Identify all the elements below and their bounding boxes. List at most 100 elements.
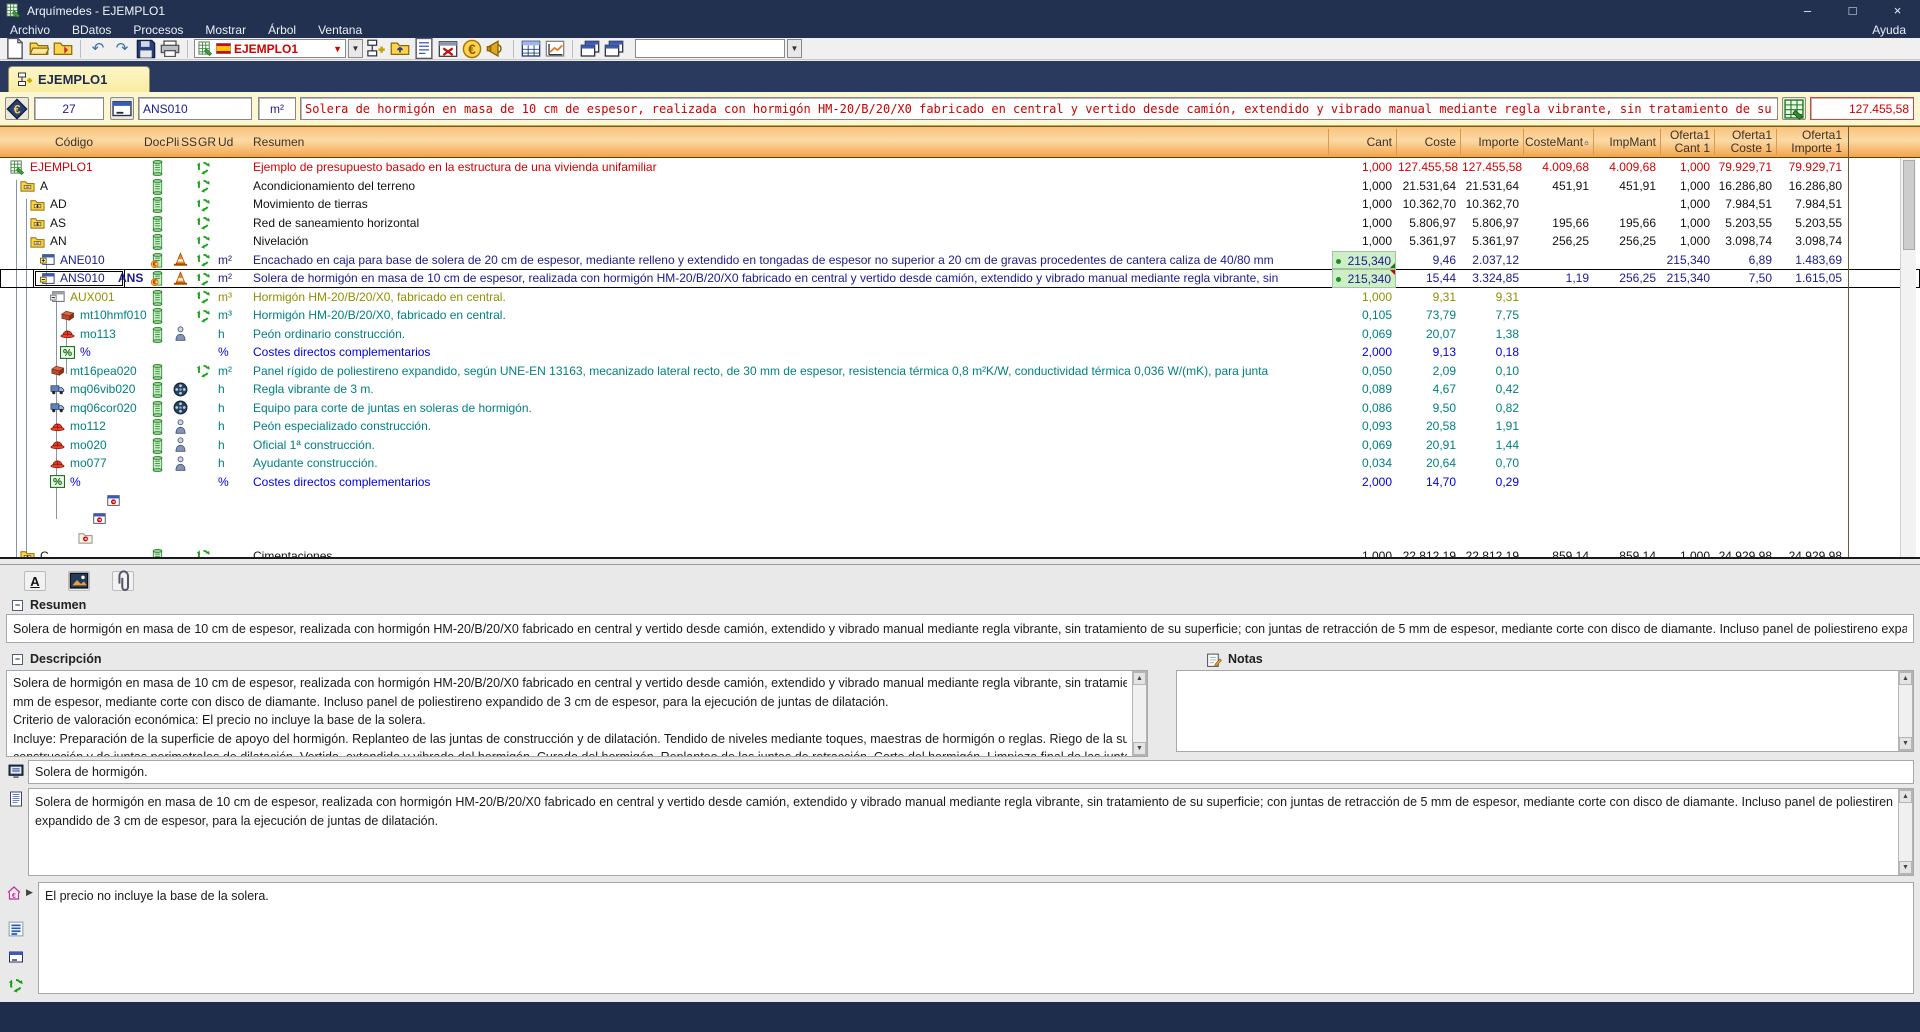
column-header[interactable]: Doc. xyxy=(144,127,169,157)
new-item-row[interactable] xyxy=(0,528,1920,547)
collapse-icon[interactable]: − xyxy=(12,599,23,611)
folder-up-button[interactable] xyxy=(389,39,411,59)
column-header[interactable]: CosteMant xyxy=(1525,127,1589,157)
project-dropdown-arrow[interactable]: ▼ xyxy=(348,39,363,58)
notas-field[interactable]: ▲ ▼ xyxy=(1176,670,1914,752)
column-header[interactable]: Pli xyxy=(166,127,179,157)
recycle-icon[interactable] xyxy=(7,977,25,994)
table-row-mq06vib020[interactable]: mq06vib020 h Regla vibrante de 3 m. 0,089 4,… xyxy=(0,380,1920,399)
menu-ventana[interactable]: Ventana xyxy=(318,23,362,37)
menu-archivo[interactable]: Archivo xyxy=(10,23,50,37)
open-recent-button[interactable] xyxy=(52,39,74,59)
total-field[interactable]: 127.455,58 xyxy=(1810,97,1914,120)
new-item-row[interactable] xyxy=(0,510,1920,529)
save-button[interactable] xyxy=(135,39,157,59)
resumen-field[interactable]: Solera de hormigón en masa de 10 cm de e… xyxy=(6,614,1914,643)
table-row-C[interactable]: C Cimentaciones 1,000 22.812,19 22.812,19 859… xyxy=(0,547,1920,557)
document-lines-button[interactable] xyxy=(413,37,435,60)
currency-button[interactable]: € xyxy=(461,39,483,59)
new-concept-button[interactable] xyxy=(365,39,387,59)
fulltext-scrollbar[interactable]: ▲ ▼ xyxy=(1898,789,1913,875)
column-header[interactable]: Cant xyxy=(1330,127,1392,157)
collapse-icon[interactable]: − xyxy=(12,653,23,665)
new-item-row[interactable] xyxy=(0,491,1920,510)
sheet-green-button[interactable] xyxy=(1782,97,1806,120)
table-row-mt10hmf010[interactable]: mt10hmf010 m³ Hormigón HM-20/B/20/X0, fabr… xyxy=(0,306,1920,325)
table-row-mo112[interactable]: mo112 h Peón especializado construcción. 0,… xyxy=(0,417,1920,436)
descripcion-field[interactable]: Solera de hormigón en masa de 10 cm de e… xyxy=(6,670,1148,757)
attachment-button[interactable] xyxy=(112,570,134,591)
open-button[interactable] xyxy=(28,39,50,59)
column-header[interactable]: Oferta1 Importe 1 xyxy=(1778,127,1842,157)
notas-scrollbar[interactable]: ▲ ▼ xyxy=(1898,671,1913,751)
project-selector[interactable]: EJEMPLO1 ▼ xyxy=(194,39,346,58)
unit-field[interactable]: m² xyxy=(258,97,296,120)
new-document-button[interactable] xyxy=(4,37,26,60)
descripcion-scrollbar[interactable]: ▲ ▼ xyxy=(1132,671,1147,756)
menu-mostrar[interactable]: Mostrar xyxy=(205,23,246,37)
window-edit-button[interactable] xyxy=(110,97,134,120)
column-header[interactable]: SS xyxy=(181,127,197,157)
table-vertical-scrollbar[interactable] xyxy=(1900,158,1916,557)
table-row-AUX001[interactable]: AUX001 m³ Hormigón HM-20/B/20/X0, fabricad… xyxy=(0,288,1920,307)
column-header[interactable]: Coste xyxy=(1398,127,1456,157)
table-row-%[interactable]: %%% Costes directos complementarios 2,000 1… xyxy=(0,473,1920,492)
minimize-button[interactable]: – xyxy=(1785,0,1830,21)
table-row-EJEMPLO1[interactable]: EJEMPLO1 Ejemplo de presupuesto basado en… xyxy=(0,158,1920,177)
tab-ejemplo1[interactable]: EJEMPLO1 xyxy=(8,66,150,92)
table-row-AS[interactable]: AS Red de saneamiento horizontal 1,000 5.80… xyxy=(0,214,1920,233)
maximize-button[interactable]: □ xyxy=(1830,0,1875,21)
table-row-mo113[interactable]: mo113 h Peón ordinario construcción. 0,069 2… xyxy=(0,325,1920,344)
list-icon[interactable] xyxy=(8,921,25,938)
menu-arbol[interactable]: Árbol xyxy=(268,23,296,37)
table-row-%[interactable]: %%% Costes directos complementarios 2,000 9… xyxy=(0,343,1920,362)
column-header[interactable]: Resumen xyxy=(253,127,304,157)
panel-splitter[interactable] xyxy=(0,557,1920,565)
table-view-button[interactable] xyxy=(520,39,542,59)
undo-button[interactable]: ↶ xyxy=(87,39,109,59)
column-header[interactable]: Oferta1 Coste 1 xyxy=(1716,127,1772,157)
table-row-A[interactable]: A Acondicionamiento del terreno 1,000 21.53… xyxy=(0,177,1920,196)
price-note-field[interactable]: El precio no incluye la base de la soler… xyxy=(38,882,1914,994)
redo-button[interactable]: ↷ xyxy=(111,39,133,59)
column-header[interactable]: Oferta1 Cant 1 xyxy=(1662,127,1710,157)
euro-edit-button[interactable]: € xyxy=(5,97,29,120)
close-button[interactable]: × xyxy=(1875,0,1920,21)
descripcion-section-header[interactable]: − Descripción xyxy=(12,651,102,667)
row-number-field[interactable]: 27 xyxy=(34,97,104,120)
notas-section-header[interactable]: Notas xyxy=(1206,651,1263,667)
table-row-mo077[interactable]: mo077 h Ayudante construcción. 0,034 20,64 0,… xyxy=(0,454,1920,473)
table-row-mo020[interactable]: mo020 h Oficial 1ª construcción. 0,069 20,91… xyxy=(0,436,1920,455)
menu-bdatos[interactable]: BDatos xyxy=(72,23,111,37)
table-row-ANE010[interactable]: ANE010 € m² Encachado en caja para base de … xyxy=(0,250,1920,269)
table-row-AN[interactable]: AN Nivelación 1,000 5.361,97 5.361,97 256,25 2… xyxy=(0,232,1920,251)
table-row-mt16pea020[interactable]: mt16pea020 m² Panel rígido de poliestireno… xyxy=(0,362,1920,381)
table-row-mq06cor020[interactable]: mq06cor020 h Equipo para corte de juntas e… xyxy=(0,399,1920,418)
column-header[interactable]: Código xyxy=(55,127,93,157)
announce-button[interactable] xyxy=(485,39,507,59)
image-button[interactable] xyxy=(68,571,90,591)
print-button[interactable] xyxy=(159,39,181,59)
column-header[interactable]: ImpMant xyxy=(1595,127,1656,157)
table-row-AD[interactable]: AD Movimiento de tierras 1,000 10.362,70 10.… xyxy=(0,195,1920,214)
calendar-delete-button[interactable] xyxy=(437,39,459,59)
cascade-windows-button[interactable] xyxy=(579,39,601,59)
text-format-button[interactable]: A xyxy=(24,571,46,591)
code-field[interactable]: ANS010 xyxy=(138,97,252,120)
summary-edit-field[interactable]: Solera de hormigón en masa de 10 cm de e… xyxy=(300,97,1778,120)
menu-procesos[interactable]: Procesos xyxy=(133,23,183,37)
window-doc-icon[interactable] xyxy=(8,949,25,966)
spec-field[interactable]: Solera de hormigón. xyxy=(28,760,1914,784)
tile-windows-button[interactable] xyxy=(603,39,625,59)
column-header[interactable]: Ud xyxy=(218,127,233,157)
chart-view-button[interactable] xyxy=(544,39,566,59)
table-row-ANS010[interactable]: ANS010 ANS € m² Solera de hormigón en masa d… xyxy=(0,269,1920,288)
column-header[interactable]: Importe xyxy=(1462,127,1519,157)
expand-arrow-icon[interactable]: ▶ xyxy=(26,887,33,898)
menu-ayuda[interactable]: Ayuda xyxy=(1872,21,1906,38)
resumen-section-header[interactable]: − Resumen xyxy=(12,597,86,613)
secondary-selector[interactable] xyxy=(635,39,785,58)
fulltext-field[interactable]: Solera de hormigón en masa de 10 cm de e… xyxy=(28,788,1914,876)
column-header[interactable]: GR xyxy=(198,127,216,157)
secondary-dropdown-arrow[interactable]: ▼ xyxy=(787,39,802,58)
